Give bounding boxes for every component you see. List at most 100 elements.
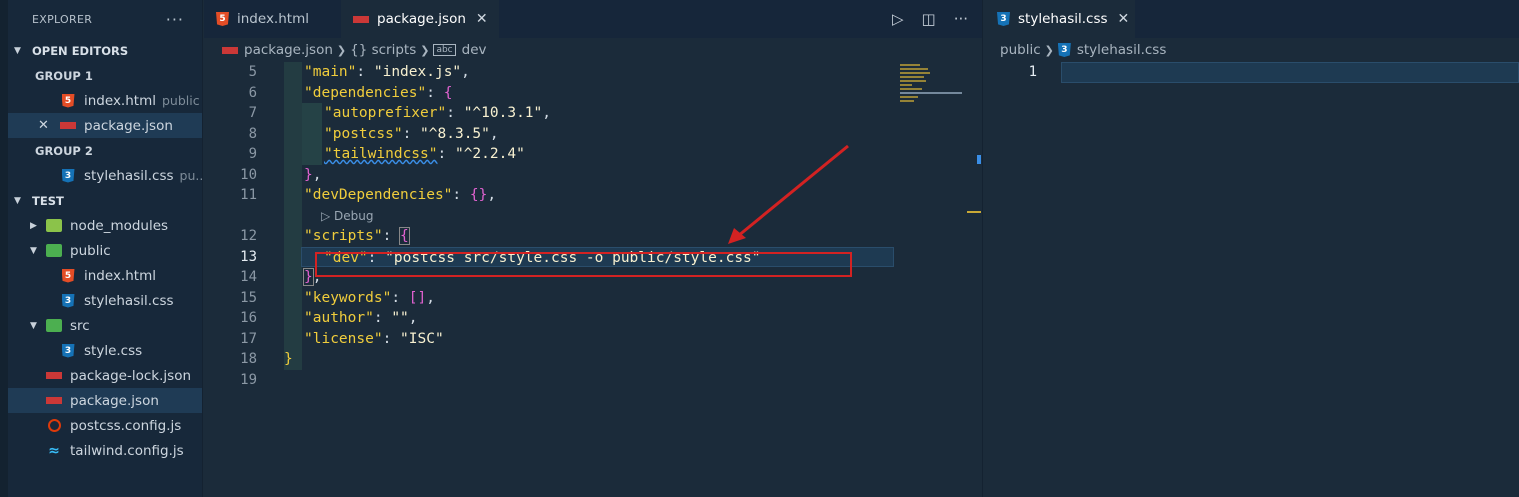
tree-item-label: postcss.config.js <box>70 417 182 434</box>
more-actions-icon[interactable]: ··· <box>954 10 968 28</box>
chevron-down-icon: ▼ <box>30 320 37 331</box>
split-editor-icon[interactable]: ◫ <box>922 10 936 28</box>
project-section[interactable]: ▼ TEST <box>8 188 202 213</box>
close-tab-icon[interactable]: ✕ <box>476 11 488 27</box>
css-file-icon: 3 <box>60 293 76 309</box>
breadcrumb-item[interactable]: {} scripts <box>350 42 416 58</box>
explorer-sidebar: EXPLORER ··· ▼ OPEN EDITORS GROUP 1 5 in… <box>8 0 203 497</box>
open-editor-stylehasil-css[interactable]: 3 stylehasil.css pu... <box>8 163 202 188</box>
breadcrumb-item[interactable]: package.json <box>244 42 333 58</box>
tree-item-postcss-config[interactable]: postcss.config.js <box>8 413 202 438</box>
tab-stylehasil-css[interactable]: 3 stylehasil.css ✕ <box>983 0 1135 38</box>
editor-actions: ▷ ◫ ··· <box>892 0 968 38</box>
line-number: 1 <box>1028 64 1037 80</box>
open-editors-label: OPEN EDITORS <box>32 43 129 58</box>
code-area[interactable]: "main": "index.js", "dependencies": { "a… <box>284 62 974 390</box>
code-line-5: "main": "index.js", <box>304 64 470 80</box>
line-number: 17 <box>240 330 257 347</box>
debug-icon: ▷ <box>321 208 335 223</box>
tree-item-public[interactable]: ▼ public <box>8 238 202 263</box>
html-file-icon: 5 <box>60 93 76 109</box>
close-icon[interactable]: ✕ <box>38 118 49 133</box>
close-tab-icon[interactable]: ✕ <box>1118 11 1130 27</box>
line-numbers: 5 6 7 8 9 10 11 12 13 14 15 16 17 18 19 <box>204 62 284 390</box>
file-label: index.html <box>84 92 156 109</box>
tree-item-label: package-lock.json <box>70 367 192 384</box>
explorer-title: EXPLORER <box>32 12 93 26</box>
line-number: 15 <box>240 289 257 306</box>
tree-item-package-lock-json[interactable]: package-lock.json <box>8 363 202 388</box>
current-line-highlight <box>1061 62 1519 83</box>
tree-item-label: public <box>70 242 111 259</box>
tree-item-label: package.json <box>70 392 159 409</box>
tree-item-package-json[interactable]: package.json <box>8 388 202 413</box>
line-number: 5 <box>248 64 257 80</box>
code-line-8: "postcss": "^8.3.5", <box>324 125 499 142</box>
code-line-12: "scripts": { <box>304 227 410 245</box>
line-number: 8 <box>248 125 257 142</box>
tree-item-label: tailwind.config.js <box>70 442 184 459</box>
open-editor-index-html[interactable]: 5 index.html public <box>8 88 202 113</box>
code-editor-left[interactable]: 5 6 7 8 9 10 11 12 13 14 15 16 17 18 19 … <box>204 62 982 497</box>
more-actions-icon[interactable]: ··· <box>166 10 184 29</box>
tab-package-json[interactable]: package.json ✕ <box>341 0 499 38</box>
open-editors-section[interactable]: ▼ OPEN EDITORS <box>8 38 202 63</box>
breadcrumb-item[interactable]: public <box>1000 42 1041 58</box>
tree-item-stylehasil-css[interactable]: 3 stylehasil.css <box>8 288 202 313</box>
line-number: 13 <box>240 248 257 265</box>
tree-item-label: src <box>70 317 90 334</box>
group-2-header[interactable]: GROUP 2 <box>8 138 202 163</box>
html-file-icon: 5 <box>216 12 229 26</box>
css-file-icon: 3 <box>997 12 1010 26</box>
breadcrumb-item[interactable]: stylehasil.css <box>1077 42 1167 58</box>
line-number: 18 <box>240 351 257 367</box>
html-file-icon: 5 <box>60 268 76 284</box>
activity-bar <box>0 0 8 497</box>
line-number: 14 <box>240 269 257 285</box>
tree-item-src[interactable]: ▼ src <box>8 313 202 338</box>
tree-item-label: node_modules <box>70 217 169 234</box>
annotation-highlight-box <box>315 252 852 277</box>
code-editor-right[interactable]: 1 <box>983 62 1519 497</box>
code-line-7: "autoprefixer": "^10.3.1", <box>324 105 551 121</box>
string-icon: abc <box>433 44 456 56</box>
tree-item-style-css[interactable]: 3 style.css <box>8 338 202 363</box>
chevron-right-icon: ❯ <box>420 43 430 57</box>
tree-item-label: stylehasil.css <box>84 292 174 309</box>
tree-item-tailwind-config[interactable]: ≈ tailwind.config.js <box>8 438 202 463</box>
tree-item-node-modules[interactable]: ▶ node_modules <box>8 213 202 238</box>
tab-label: stylehasil.css <box>1018 11 1108 27</box>
project-label: TEST <box>32 193 64 208</box>
css-file-icon: 3 <box>60 168 76 184</box>
chevron-right-icon: ❯ <box>336 43 347 57</box>
group-1-header[interactable]: GROUP 1 <box>8 63 202 88</box>
breadcrumb-item[interactable]: dev <box>462 42 487 58</box>
codelens-debug[interactable]: ▷ Debug <box>284 206 974 227</box>
postcss-icon <box>46 418 62 434</box>
npm-file-icon <box>46 393 62 409</box>
tab-index-html[interactable]: 5 index.html <box>204 0 341 38</box>
line-number: 6 <box>248 84 257 101</box>
code-line-11: "devDependencies": {}, <box>304 187 497 203</box>
open-editor-package-json[interactable]: ✕ package.json <box>8 113 202 138</box>
run-icon[interactable]: ▷ <box>892 10 904 28</box>
code-line-17: "license": "ISC" <box>304 330 444 347</box>
breadcrumb: package.json ❯ {} scripts ❯ abc dev <box>222 38 487 62</box>
npm-file-icon <box>353 15 369 23</box>
code-line-6: "dependencies": { <box>304 84 453 101</box>
line-number: 12 <box>240 228 257 244</box>
code-line-18: } <box>284 351 293 367</box>
minimap[interactable] <box>900 64 965 124</box>
annotation-arrow <box>728 144 849 244</box>
node-modules-folder-icon <box>46 218 62 234</box>
tree-item-label: style.css <box>84 342 143 359</box>
npm-file-icon <box>222 46 238 54</box>
code-line-9: "tailwindcss": "^2.2.4" <box>324 146 525 162</box>
tab-label: index.html <box>237 11 309 27</box>
tree-item-index-html[interactable]: 5 index.html <box>8 263 202 288</box>
css-file-icon: 3 <box>1057 43 1071 57</box>
npm-file-icon <box>46 368 62 384</box>
editor-tabbar-right: 3 stylehasil.css ✕ <box>983 0 1519 38</box>
code-line-15: "keywords": [], <box>304 289 435 306</box>
